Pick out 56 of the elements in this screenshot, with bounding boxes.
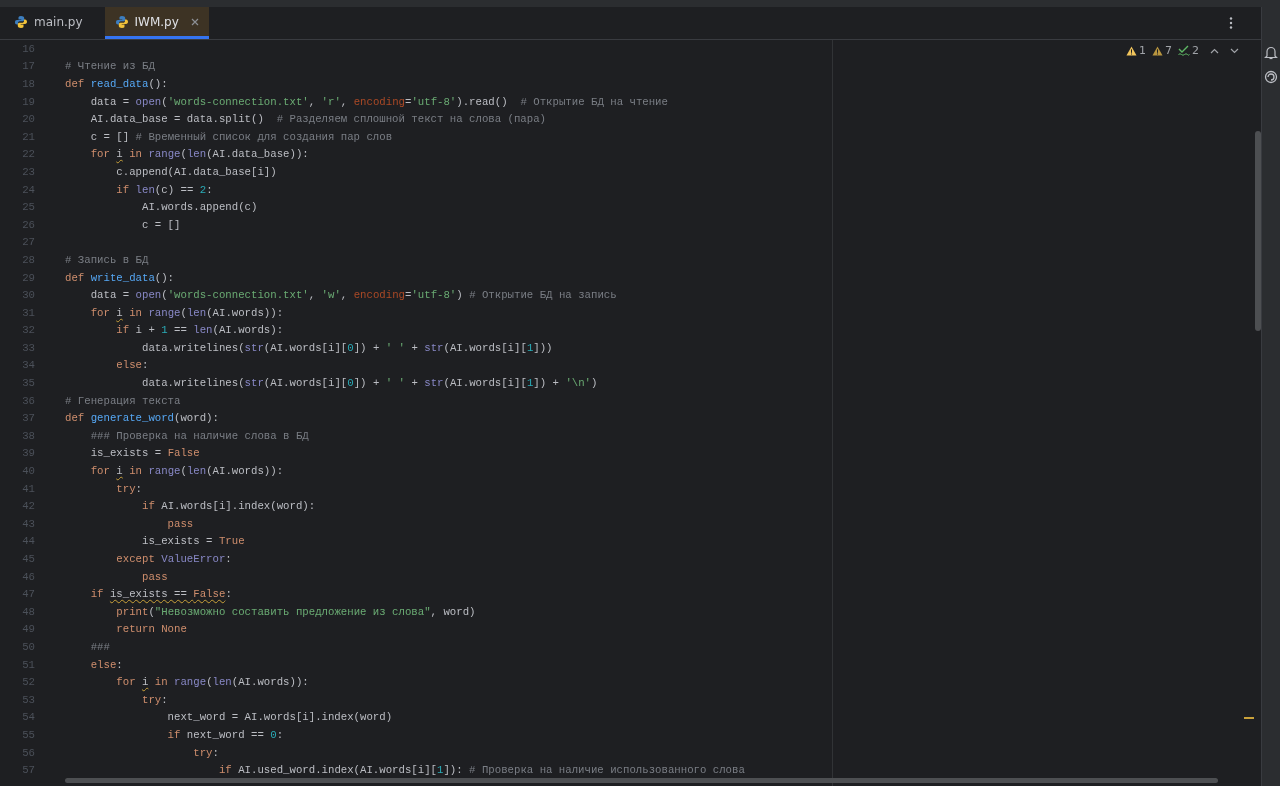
- scrollbar-thumb[interactable]: [1255, 131, 1261, 331]
- warning-marker: [1244, 717, 1254, 719]
- spiral-icon[interactable]: [1264, 70, 1278, 84]
- code-line: AI.data_base = data.split() # Разделяем сплошной текст на слова (пара): [89, 113, 547, 126]
- code-line: if AI.words[i].index(word):: [140, 500, 316, 513]
- code-line: # Генерация текста: [65, 394, 181, 407]
- code-line: for i in range(len(AI.words)):: [115, 676, 309, 689]
- code-line: AI.words.append(c): [140, 201, 258, 214]
- code-line: try:: [192, 746, 219, 759]
- code-line: for i in range(len(AI.words)):: [89, 465, 284, 478]
- code-line: next_word = AI.words[i].index(word): [166, 711, 393, 724]
- file-tab[interactable]: main.py: [4, 7, 93, 39]
- chevron-up-icon[interactable]: [1210, 47, 1219, 54]
- bell-icon[interactable]: [1264, 45, 1278, 60]
- code-line: c.append(AI.data_base[i]): [115, 165, 277, 178]
- code-line: return None: [115, 623, 187, 636]
- python-icon: [114, 14, 129, 29]
- more-options-icon[interactable]: [1229, 17, 1233, 29]
- code-line: try:: [140, 693, 168, 706]
- code-line: else:: [115, 359, 149, 372]
- inspection-count[interactable]: 7: [1152, 44, 1172, 57]
- close-icon[interactable]: [190, 17, 199, 26]
- code-line: for i in range(len(AI.data_base)):: [89, 148, 309, 161]
- code-line: if len(c) == 2:: [115, 183, 213, 196]
- code-line: is_exists = False: [89, 447, 200, 460]
- inspection-count[interactable]: 1: [1126, 44, 1146, 57]
- code-line: data = open('words-connection.txt', 'r', encoding='utf-8').read() # Открытие БД на чтение: [89, 95, 668, 108]
- code-line: data.writelines(str(AI.words[i][0]) + ' ' + str(AI.words[i][1]) + '\n'): [140, 377, 598, 390]
- code-line: def read_data():: [65, 78, 168, 90]
- code-line: is_exists = True: [140, 535, 245, 548]
- code-line: def write_data():: [65, 271, 175, 284]
- code-line: if AI.used_word.index(AI.words[i][1]): # Проверка на наличие использованного слова: [217, 764, 745, 777]
- code-line: def generate_word(word):: [65, 412, 219, 425]
- scrollbar-thumb[interactable]: [65, 778, 1218, 783]
- code-line: if is_exists == False:: [89, 588, 232, 601]
- chevron-down-icon[interactable]: [1230, 47, 1239, 54]
- code-line: for i in range(len(AI.words)):: [89, 306, 284, 319]
- file-tab[interactable]: IWM.py: [104, 7, 209, 39]
- code-line: c = [] # Временный список для создания пар слов: [89, 130, 393, 143]
- code-line: except ValueError:: [115, 553, 232, 565]
- code-line: if i + 1 == len(AI.words):: [115, 324, 284, 337]
- code-line: c = []: [140, 218, 181, 231]
- python-icon: [14, 14, 28, 29]
- code-line: data.writelines(str(AI.words[i][0]) + ' ' + str(AI.words[i][1])): [140, 341, 553, 354]
- code-line: # Чтение из БД: [65, 60, 155, 73]
- code-line: if next_word == 0:: [166, 728, 284, 741]
- code-line: ###: [89, 641, 110, 653]
- code-line: pass: [166, 517, 194, 530]
- code-line: try:: [115, 482, 142, 495]
- inspection-count[interactable]: 2: [1178, 44, 1199, 57]
- code-line: else:: [89, 658, 123, 671]
- code-line: # Запись в БД: [65, 253, 149, 266]
- code-line: data = open('words-connection.txt', 'w', encoding='utf-8') # Открытие БД на запись: [89, 289, 617, 302]
- code-line: pass: [140, 570, 168, 583]
- code-line: ### Проверка на наличие слова в БД: [89, 429, 309, 442]
- code-line: print("Невозможно составить предложение из слова", word): [115, 605, 476, 618]
